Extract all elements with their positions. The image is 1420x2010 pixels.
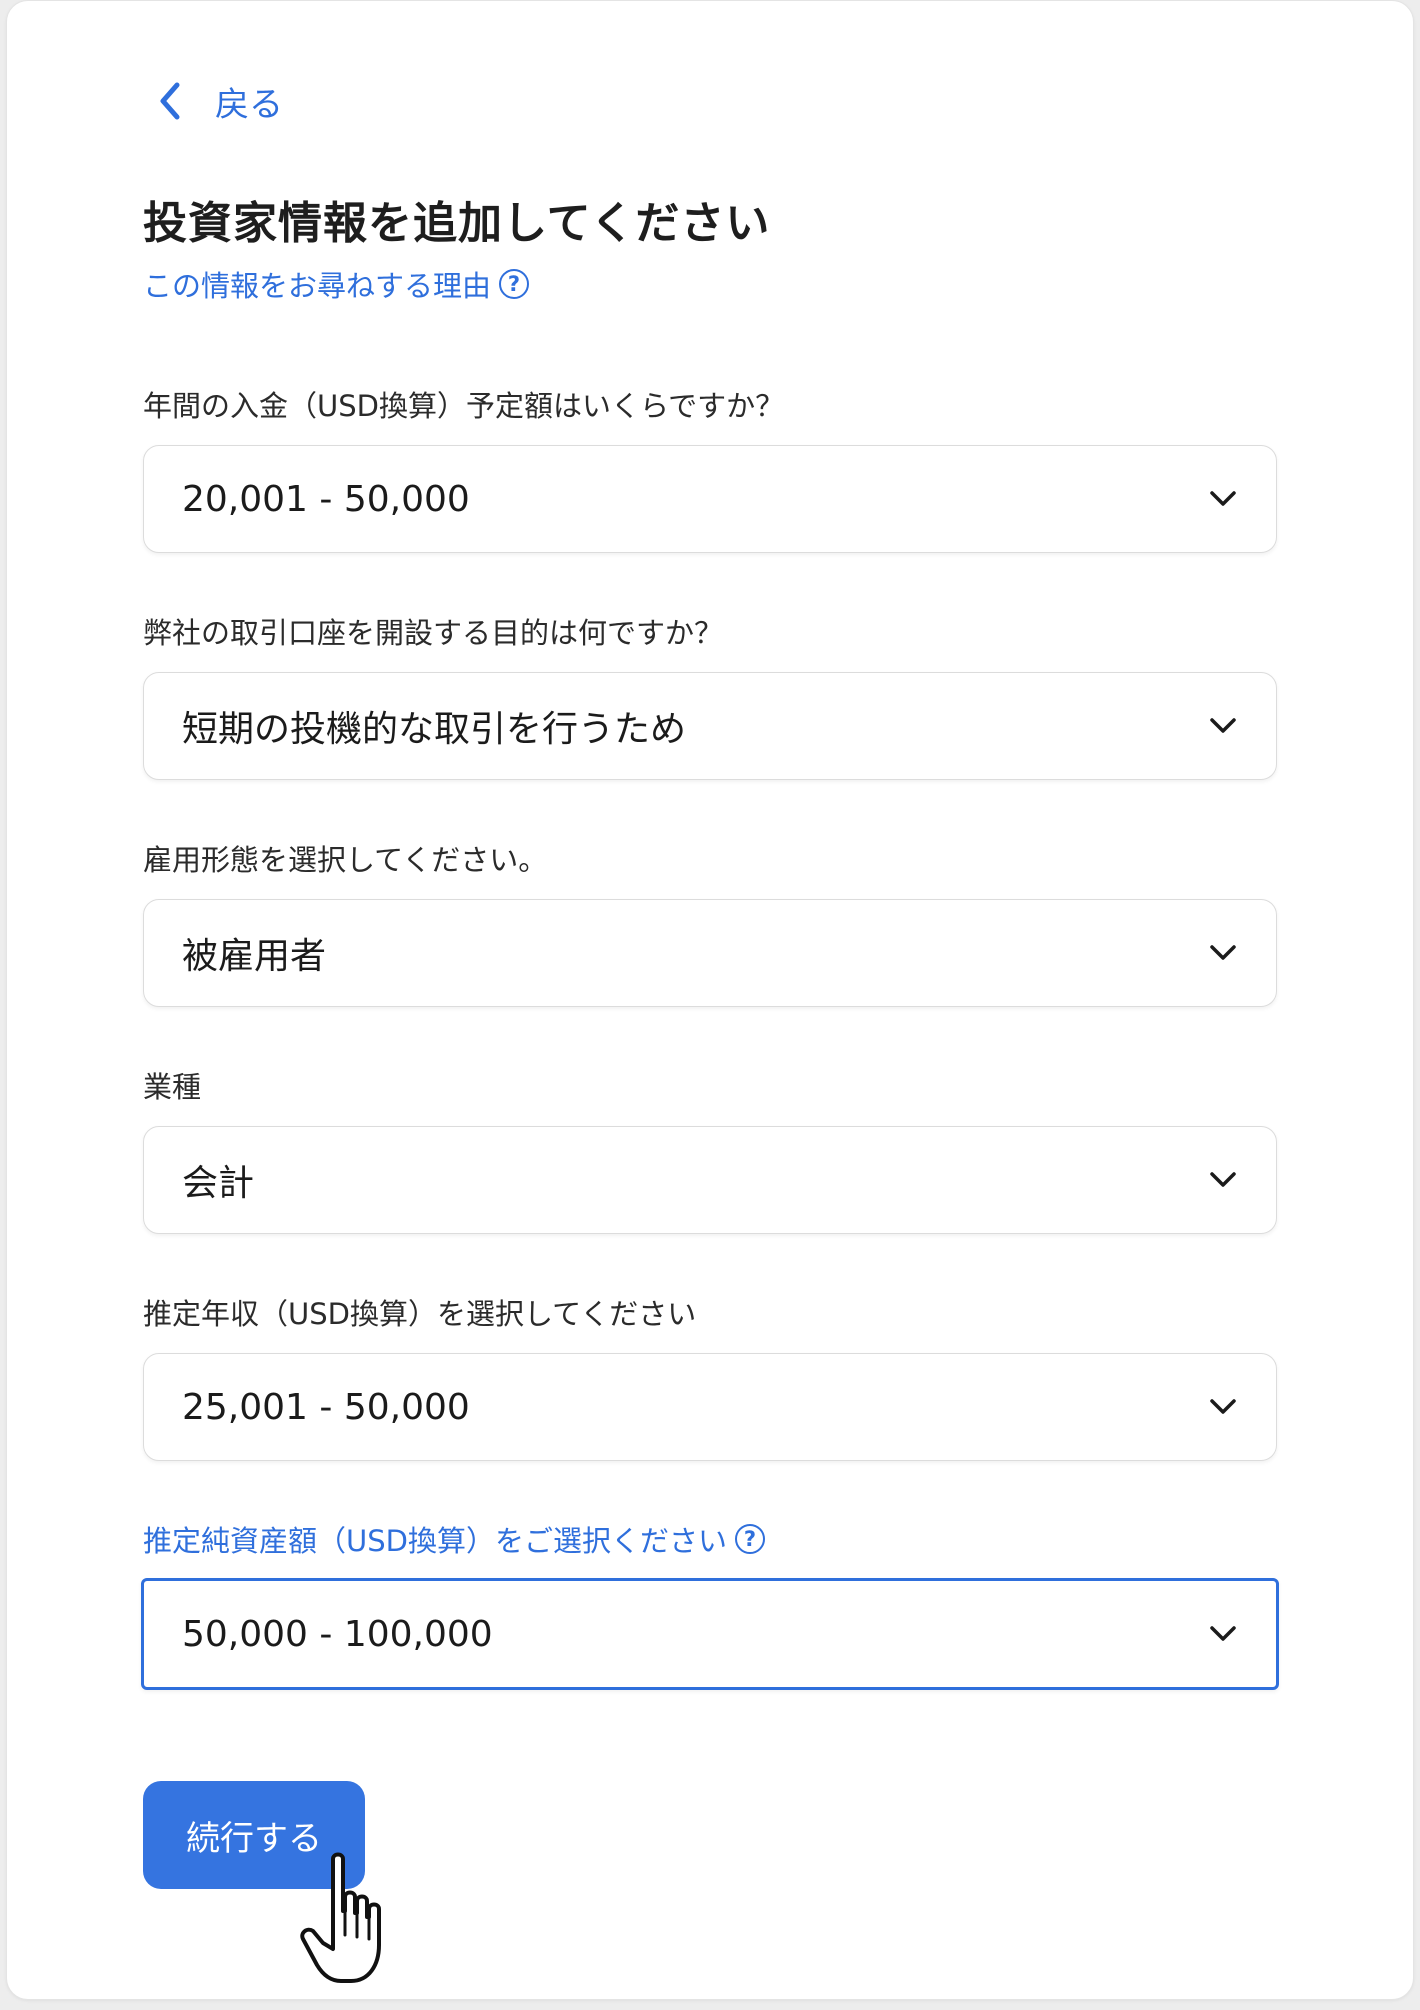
hand-pointer-icon	[300, 1852, 381, 1983]
reason-link-label: この情報をお尋ねする理由	[143, 269, 492, 303]
income-value: 25,001 - 50,000	[182, 1386, 470, 1428]
chevron-left-icon	[160, 82, 180, 120]
chevron-down-icon	[1210, 1399, 1236, 1414]
chevron-down-icon	[1210, 1626, 1236, 1641]
net-worth-label: 推定純資産額（USD換算）をご選択ください ?	[143, 1518, 765, 1560]
back-button[interactable]: 戻る	[155, 73, 283, 129]
deposit-label: 年間の入金（USD換算）予定額はいくらですか？	[143, 389, 785, 423]
deposit-value: 20,001 - 50,000	[182, 478, 470, 520]
net-worth-value: 50,000 - 100,000	[182, 1613, 493, 1655]
employment-select[interactable]: 被雇用者	[143, 899, 1277, 1007]
chevron-down-icon	[1210, 1172, 1236, 1187]
chevron-down-icon	[1210, 945, 1236, 960]
income-select[interactable]: 25,001 - 50,000	[143, 1353, 1277, 1461]
deposit-select[interactable]: 20,001 - 50,000	[143, 445, 1277, 553]
industry-select[interactable]: 会計	[143, 1126, 1277, 1234]
back-label: 戻る	[215, 84, 283, 125]
industry-value: 会計	[182, 1163, 255, 1204]
purpose-value: 短期の投機的な取引を行うため	[182, 709, 687, 750]
reason-link[interactable]: この情報をお尋ねする理由 ?	[143, 263, 530, 305]
employment-label: 雇用形態を選択してください。	[143, 843, 548, 877]
form-card: 戻る 投資家情報を追加してください この情報をお尋ねする理由 ? 年間の入金（U…	[6, 0, 1414, 2000]
question-circle-icon[interactable]: ?	[734, 1524, 765, 1554]
net-worth-select[interactable]: 50,000 - 100,000	[141, 1578, 1279, 1690]
net-worth-label-text: 推定純資産額（USD換算）をご選択ください	[143, 1524, 727, 1558]
purpose-select[interactable]: 短期の投機的な取引を行うため	[143, 672, 1277, 780]
income-label: 推定年収（USD換算）を選択してください	[143, 1297, 697, 1331]
chevron-down-icon	[1210, 718, 1236, 733]
question-circle-icon: ?	[499, 269, 530, 299]
chevron-down-icon	[1210, 491, 1236, 506]
employment-value: 被雇用者	[182, 936, 327, 977]
page-title: 投資家情報を追加してください	[143, 198, 771, 249]
purpose-label: 弊社の取引口座を開設する目的は何ですか？	[143, 616, 724, 650]
industry-label: 業種	[143, 1070, 202, 1104]
